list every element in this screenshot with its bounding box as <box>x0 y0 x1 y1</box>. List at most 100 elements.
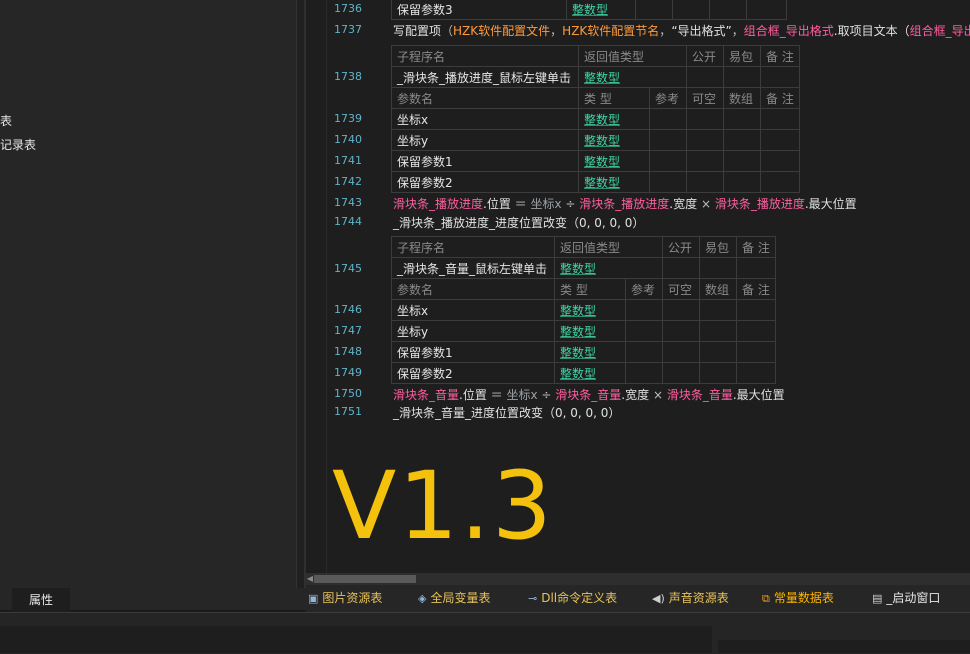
header-nullable: 可空 <box>662 278 700 300</box>
editor-horizontal-scrollbar[interactable]: ◀ <box>306 573 970 585</box>
table-row[interactable]: 保留参数1 整数型 <box>391 341 776 363</box>
param-name[interactable]: 保留参数1 <box>391 341 555 363</box>
scrollbar-thumb[interactable] <box>314 575 416 583</box>
header-note: 备 注 <box>760 45 800 67</box>
header-return-type: 返回值类型 <box>554 236 663 258</box>
operator-mul: × <box>649 388 667 402</box>
code-line-1743[interactable]: 滑块条_播放进度.位置 ＝ 坐标x ÷ 滑块条_播放进度.宽度 × 滑块条_播放… <box>393 195 857 212</box>
property: .宽度 <box>669 197 698 211</box>
line-number: 1741 <box>334 154 362 167</box>
object-ref: 滑块条_音量 <box>393 388 460 402</box>
tab-label: Dll命令定义表 <box>541 591 618 605</box>
scroll-left-arrow-icon[interactable]: ◀ <box>306 573 314 585</box>
tab-global-variables[interactable]: ◈ 全局变量表 <box>418 585 490 612</box>
project-tree-panel: 表 记录表 <box>0 0 296 588</box>
table-row[interactable]: 坐标x 整数型 <box>391 108 800 130</box>
sub-name[interactable]: _滑块条_播放进度_鼠标左键单击 <box>391 66 579 88</box>
image-icon: ▣ <box>308 592 319 605</box>
param-type[interactable]: 整数型 <box>560 304 596 318</box>
param-type[interactable]: 整数型 <box>584 155 620 169</box>
table-row[interactable]: 保留参数2 整数型 <box>391 171 800 193</box>
param-name[interactable]: 保留参数3 <box>391 0 567 20</box>
param-name[interactable]: 坐标x <box>391 299 555 321</box>
param-type[interactable]: 整数型 <box>572 3 608 17</box>
line-number: 1751 <box>334 405 362 418</box>
param-name[interactable]: 保留参数2 <box>391 362 555 384</box>
return-type[interactable]: 整数型 <box>560 262 596 276</box>
property: .最大位置 <box>732 388 785 402</box>
code-line-1737[interactable]: 写配置项（HZK软件配置文件，HZK软件配置节名，“导出格式”，组合框_导出格式… <box>393 22 970 39</box>
line-number: 1736 <box>334 2 362 15</box>
line-number: 1746 <box>334 303 362 316</box>
variable: 坐标x <box>506 388 538 402</box>
line-number: 1749 <box>334 366 362 379</box>
table-row[interactable]: 坐标y 整数型 <box>391 129 800 151</box>
param-type[interactable]: 整数型 <box>560 346 596 360</box>
line-number: 1750 <box>334 387 362 400</box>
variable: 坐标x <box>530 197 562 211</box>
param-type[interactable]: 整数型 <box>584 134 620 148</box>
param-name[interactable]: 坐标y <box>391 129 579 151</box>
code-line-1751[interactable]: _滑块条_音量_进度位置改变（0, 0, 0, 0） <box>393 404 620 421</box>
property: .位置 <box>459 388 487 402</box>
param-type[interactable]: 整数型 <box>584 176 620 190</box>
tab-startup-window[interactable]: ▤ _启动窗口 <box>872 585 940 612</box>
header-param-type: 类 型 <box>554 278 626 300</box>
param-name[interactable]: 坐标y <box>391 320 555 342</box>
sub-name[interactable]: _滑块条_音量_鼠标左键单击 <box>391 257 555 279</box>
comma: ， <box>659 24 672 38</box>
table-row[interactable]: 保留参数1 整数型 <box>391 150 800 172</box>
param-type[interactable]: 整数型 <box>560 367 596 381</box>
param-type[interactable]: 整数型 <box>584 113 620 127</box>
line-number: 1748 <box>334 345 362 358</box>
line-number: 1747 <box>334 324 362 337</box>
arg-string: “导出格式” <box>671 24 732 38</box>
param-name[interactable]: 坐标x <box>391 108 579 130</box>
command-name: 写配置项 <box>393 24 442 38</box>
object-ref: 滑块条_播放进度 <box>393 197 484 211</box>
code-line-1750[interactable]: 滑块条_音量.位置 ＝ 坐标x ÷ 滑块条_音量.宽度 × 滑块条_音量.最大位… <box>393 386 785 403</box>
property: .最大位置 <box>804 197 857 211</box>
line-number: 1744 <box>334 215 362 228</box>
status-segment <box>0 626 712 653</box>
constant-icon: ⧉ <box>762 592 770 605</box>
tree-item-record-table[interactable]: 记录表 <box>0 136 36 153</box>
operator-div: ÷ <box>537 388 556 402</box>
gutter-divider <box>326 0 327 573</box>
table-row[interactable]: 坐标y 整数型 <box>391 320 776 342</box>
code-line-1744[interactable]: _滑块条_播放进度_进度位置改变（0, 0, 0, 0） <box>393 214 644 231</box>
method-call: .取项目文本（ <box>833 24 910 38</box>
object-ref: 滑块条_音量 <box>555 388 622 402</box>
header-return-type: 返回值类型 <box>578 45 687 67</box>
object-ref: 滑块条_播放进度 <box>714 197 805 211</box>
tab-label: _启动窗口 <box>886 591 941 605</box>
tree-item-table[interactable]: 表 <box>0 112 12 129</box>
paren: （ <box>441 24 454 38</box>
code-editor[interactable]: 1736 保留参数3 整数型 1737 写配置项（HZK软件配置文件，HZK软件… <box>306 0 970 573</box>
param-name[interactable]: 保留参数2 <box>391 171 579 193</box>
arg-combo-2: 组合框_导出 <box>909 24 970 38</box>
tab-properties[interactable]: 属性 <box>12 588 70 612</box>
tab-sound-resources[interactable]: ◀) 声音资源表 <box>652 585 729 612</box>
return-type[interactable]: 整数型 <box>584 71 620 85</box>
table-row[interactable]: 保留参数2 整数型 <box>391 362 776 384</box>
tab-dll-commands[interactable]: ⊸ Dll命令定义表 <box>528 585 617 612</box>
tab-image-resources[interactable]: ▣ 图片资源表 <box>308 585 382 612</box>
tab-constant-data[interactable]: ⧉ 常量数据表 <box>762 585 834 612</box>
param-type[interactable]: 整数型 <box>560 325 596 339</box>
object-ref: 滑块条_播放进度 <box>579 197 670 211</box>
object-ref: 滑块条_音量 <box>666 388 733 402</box>
line-number: 1743 <box>334 196 362 209</box>
property: .宽度 <box>621 388 650 402</box>
tab-label: 声音资源表 <box>668 591 729 605</box>
subroutine-table-1: 子程序名 返回值类型 公开 易包 备 注 _滑块条_播放进度_鼠标左键单击 整数… <box>391 45 800 193</box>
dll-link-icon: ⊸ <box>528 592 538 605</box>
table-row[interactable]: 坐标x 整数型 <box>391 299 776 321</box>
operator-eq: ＝ <box>510 197 531 211</box>
header-public: 公开 <box>662 236 700 258</box>
header-ref: 参考 <box>649 87 687 109</box>
line-number: 1738 <box>334 70 362 83</box>
header-easy-pkg: 易包 <box>723 45 761 67</box>
param-name[interactable]: 保留参数1 <box>391 150 579 172</box>
header-ref: 参考 <box>625 278 663 300</box>
